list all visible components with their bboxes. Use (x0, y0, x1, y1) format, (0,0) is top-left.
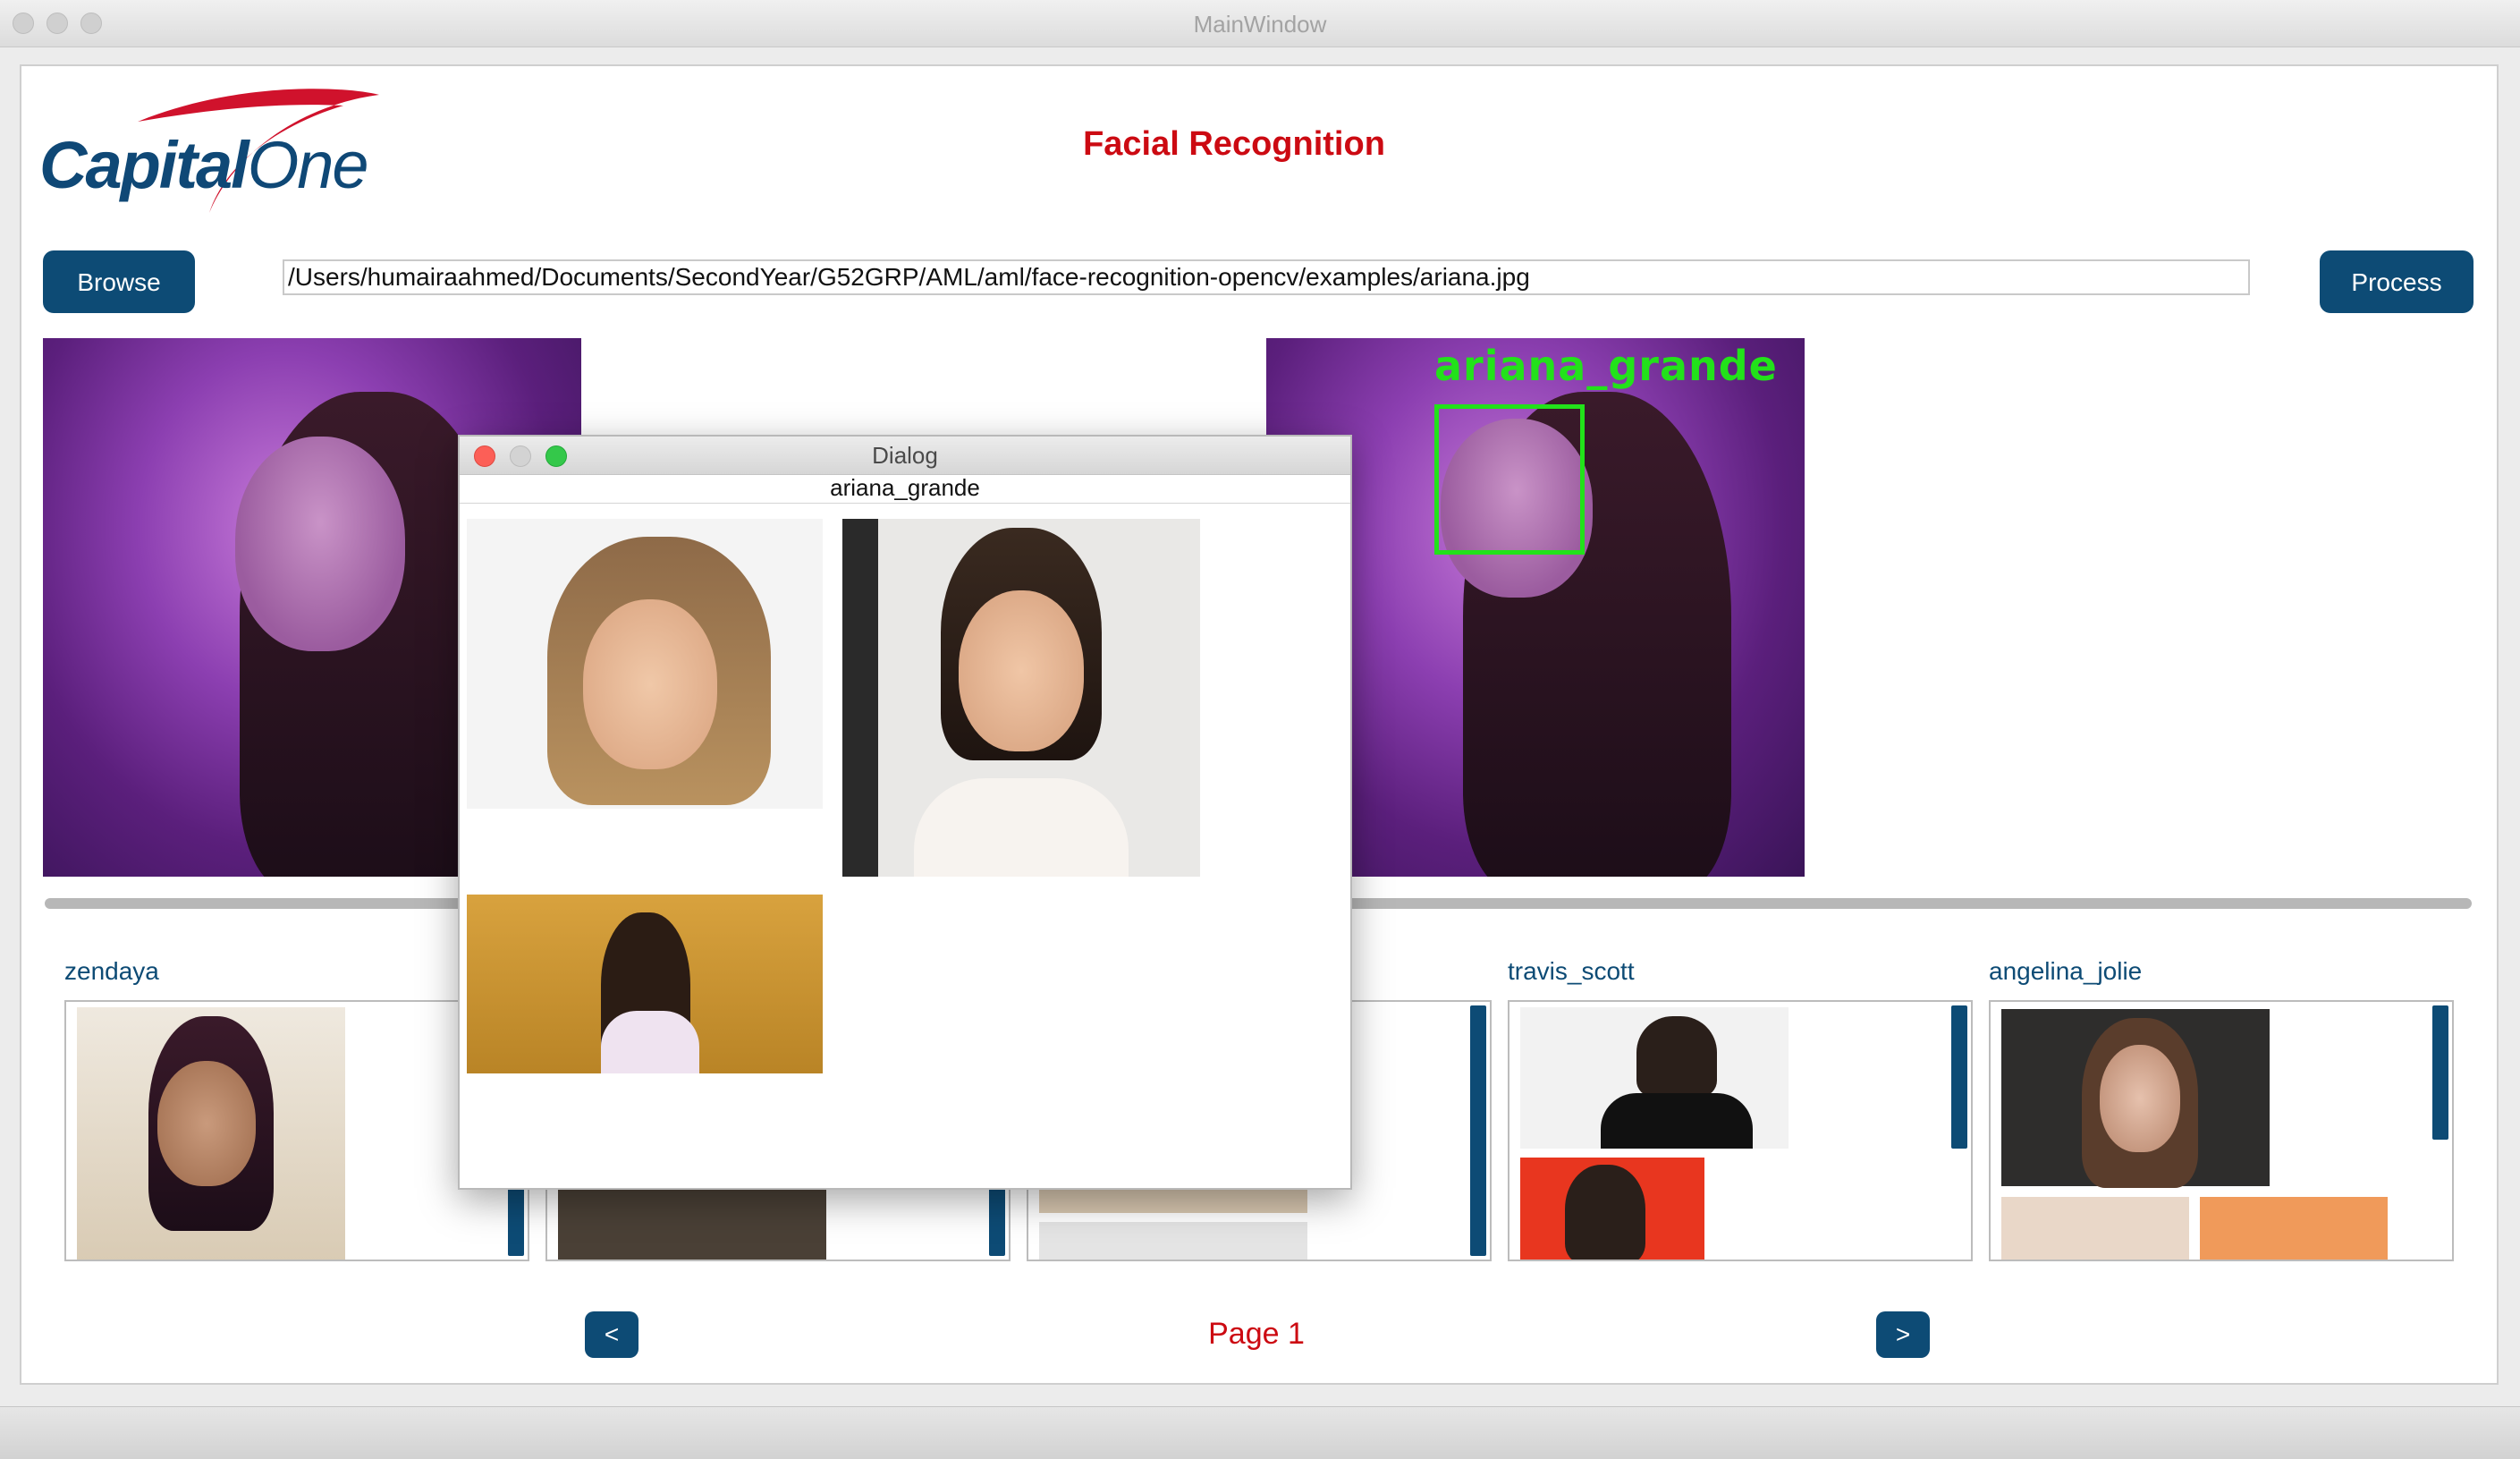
detection-box (1434, 404, 1585, 555)
category-gallery-angelina-jolie[interactable] (1989, 1000, 2454, 1261)
gallery-thumbnail[interactable] (2200, 1197, 2388, 1260)
app-title: Facial Recognition (1083, 125, 1385, 163)
detection-label: ariana_grande (1434, 342, 1778, 390)
gallery-thumbnail[interactable] (1520, 1007, 1789, 1149)
previous-page-button[interactable]: < (585, 1311, 638, 1358)
gallery-scrollbar[interactable] (1951, 1005, 1967, 1149)
logo-wordmark: CapitalOne (39, 128, 369, 202)
file-path-field[interactable]: /Users/humairaahmed/Documents/SecondYear… (283, 259, 2250, 295)
capital-one-logo: CapitalOne (39, 86, 397, 220)
page-indicator: Page 1 (1208, 1317, 1305, 1351)
window-bottom-bar (0, 1406, 2520, 1459)
category-label-zendaya: zendaya (64, 957, 159, 985)
category-label-travis-scott: travis_scott (1508, 957, 1635, 985)
match-photo (842, 519, 1200, 877)
browse-button[interactable]: Browse (43, 250, 195, 313)
window-title: MainWindow (1193, 11, 1327, 38)
gallery-thumbnail[interactable] (1520, 1158, 1704, 1260)
gallery-thumbnail[interactable] (1039, 1190, 1307, 1213)
match-dialog: Dialog ariana_grande (458, 435, 1352, 1190)
gallery-scrollbar[interactable] (1470, 1005, 1486, 1256)
dialog-title: Dialog (872, 442, 938, 469)
category-gallery-travis-scott[interactable] (1508, 1000, 1973, 1261)
dialog-titlebar: Dialog (460, 437, 1350, 475)
gallery-thumbnail[interactable] (1039, 1222, 1307, 1260)
gallery-thumbnail[interactable] (2001, 1009, 2270, 1188)
gallery-thumbnail[interactable] (558, 1190, 826, 1260)
gallery-thumbnail[interactable] (77, 1007, 345, 1260)
gallery-thumbnail[interactable] (2001, 1197, 2189, 1260)
dialog-person-name: ariana_grande (460, 474, 1350, 504)
match-photo (467, 895, 823, 1073)
gallery-scrollbar[interactable] (2432, 1005, 2448, 1140)
match-photo (467, 519, 823, 809)
process-button[interactable]: Process (2320, 250, 2473, 313)
next-page-button[interactable]: > (1876, 1311, 1930, 1358)
window-titlebar: MainWindow (0, 0, 2520, 47)
category-label-angelina-jolie: angelina_jolie (1989, 957, 2143, 985)
